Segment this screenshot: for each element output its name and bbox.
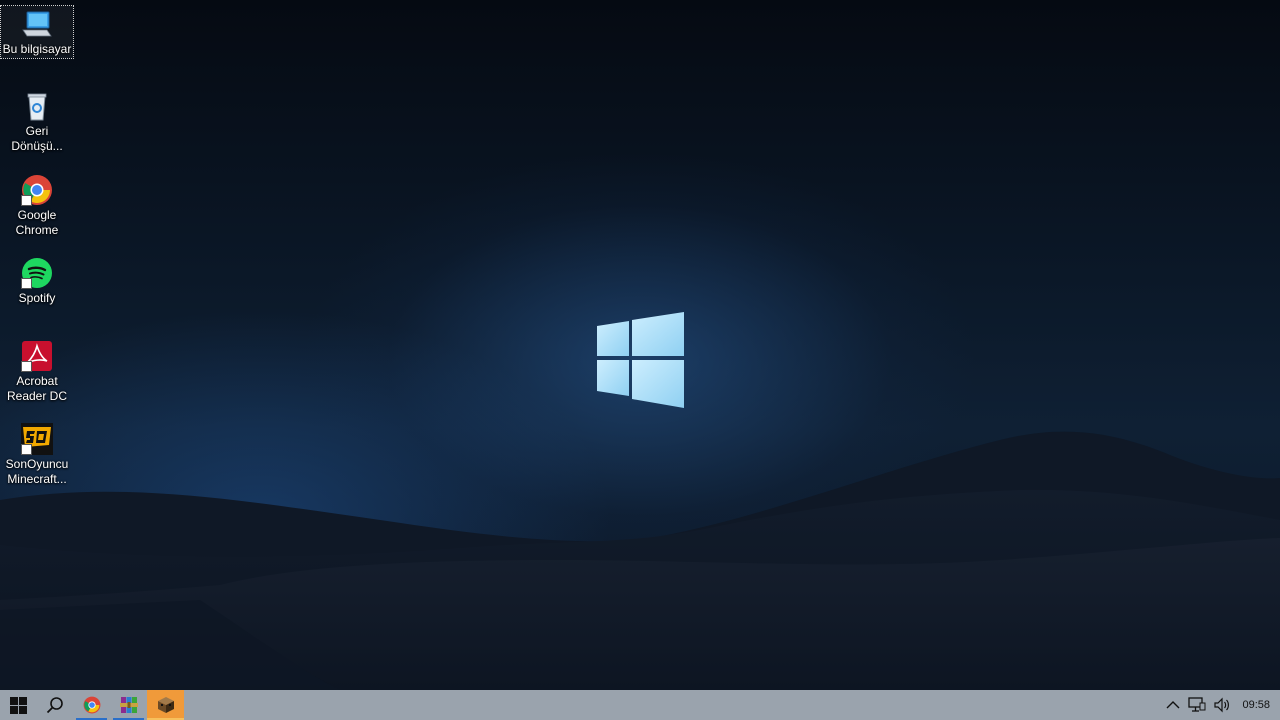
start-button[interactable] [0, 690, 36, 720]
windows-logo-icon [9, 696, 27, 714]
recycle-bin-icon [21, 90, 53, 122]
desktop-icon-label: Google Chrome [15, 208, 59, 237]
taskbar: 09:58 [0, 690, 1280, 720]
taskbar-app-winrar[interactable] [110, 690, 147, 720]
desktop-icon-spotify[interactable]: Spotify [1, 255, 73, 306]
acrobat-icon [21, 340, 53, 372]
desktop-icon-recycle-bin[interactable]: Geri Dönüşü... [1, 88, 73, 154]
desktop-icon-label: Acrobat Reader DC [6, 374, 68, 403]
desktop-icon-label: Geri Dönüşü... [11, 124, 63, 153]
chrome-icon [21, 174, 53, 206]
shortcut-arrow-icon [21, 361, 32, 372]
desktop-icon-label: SonOyuncu Minecraft... [5, 457, 69, 486]
chevron-up-icon [1166, 701, 1180, 709]
clock[interactable]: 09:58 [1236, 690, 1280, 720]
sonoyuncu-icon [21, 423, 53, 455]
taskbar-app-minecraft[interactable] [147, 690, 184, 720]
volume-button[interactable] [1210, 690, 1236, 720]
shortcut-arrow-icon [21, 278, 32, 289]
spotify-icon [21, 257, 53, 289]
shortcut-arrow-icon [21, 444, 32, 455]
wallpaper [0, 312, 1280, 690]
chrome-icon [83, 696, 100, 714]
computer-icon [21, 8, 53, 40]
minecraft-box-icon [157, 697, 174, 713]
desktop-icon-label: Bu bilgisayar [2, 42, 72, 56]
search-button[interactable] [36, 690, 73, 720]
system-tray: 09:58 [1162, 690, 1280, 720]
show-hidden-icons-button[interactable] [1162, 690, 1184, 720]
volume-icon [1214, 697, 1230, 713]
taskbar-app-chrome[interactable] [73, 690, 110, 720]
desktop-icon-google-chrome[interactable]: Google Chrome [1, 172, 73, 238]
winrar-icon [119, 697, 138, 713]
shortcut-arrow-icon [21, 195, 32, 206]
desktop[interactable]: Bu bilgisayar Geri Dönüşü... Google Chro… [0, 0, 1280, 690]
network-icon [1188, 697, 1206, 712]
desktop-icon-this-pc[interactable]: Bu bilgisayar [0, 5, 74, 59]
network-button[interactable] [1184, 690, 1210, 720]
desktop-icon-label: Spotify [18, 291, 56, 305]
desktop-icon-acrobat-reader[interactable]: Acrobat Reader DC [1, 338, 73, 404]
desktop-icon-sonoyuncu-minecraft[interactable]: SonOyuncu Minecraft... [1, 421, 73, 487]
windows-wallpaper-logo [597, 312, 684, 408]
search-icon [46, 697, 63, 714]
